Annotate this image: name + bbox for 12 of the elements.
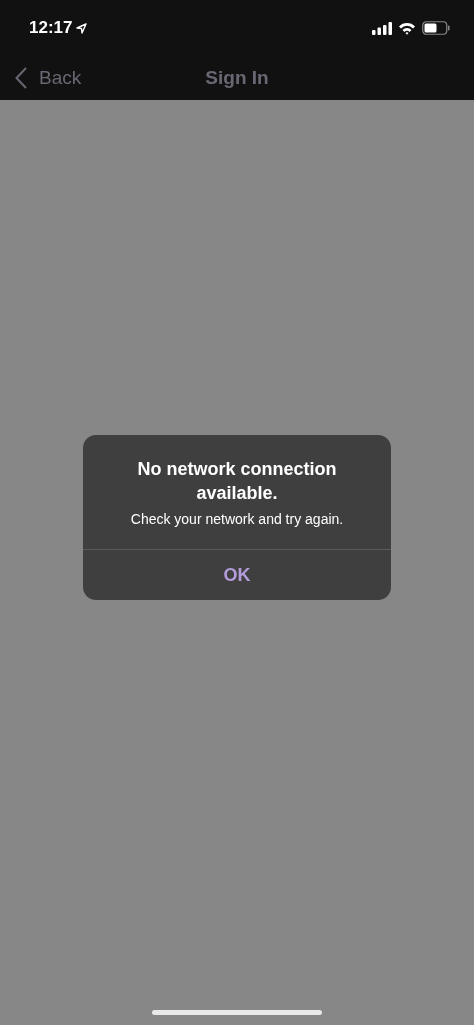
chevron-left-icon — [15, 67, 27, 89]
wifi-icon — [398, 21, 416, 35]
alert-message: Check your network and try again. — [130, 511, 344, 527]
alert-title: No network connection available. — [136, 458, 338, 505]
location-arrow-icon — [76, 22, 88, 34]
status-time: 12:17 — [29, 18, 88, 38]
home-indicator[interactable] — [152, 1010, 322, 1015]
battery-icon — [422, 21, 450, 35]
nav-title: Sign In — [205, 67, 269, 89]
back-button[interactable]: Back — [15, 67, 82, 89]
signal-icon — [372, 21, 392, 35]
ok-button[interactable]: OK — [83, 550, 391, 600]
